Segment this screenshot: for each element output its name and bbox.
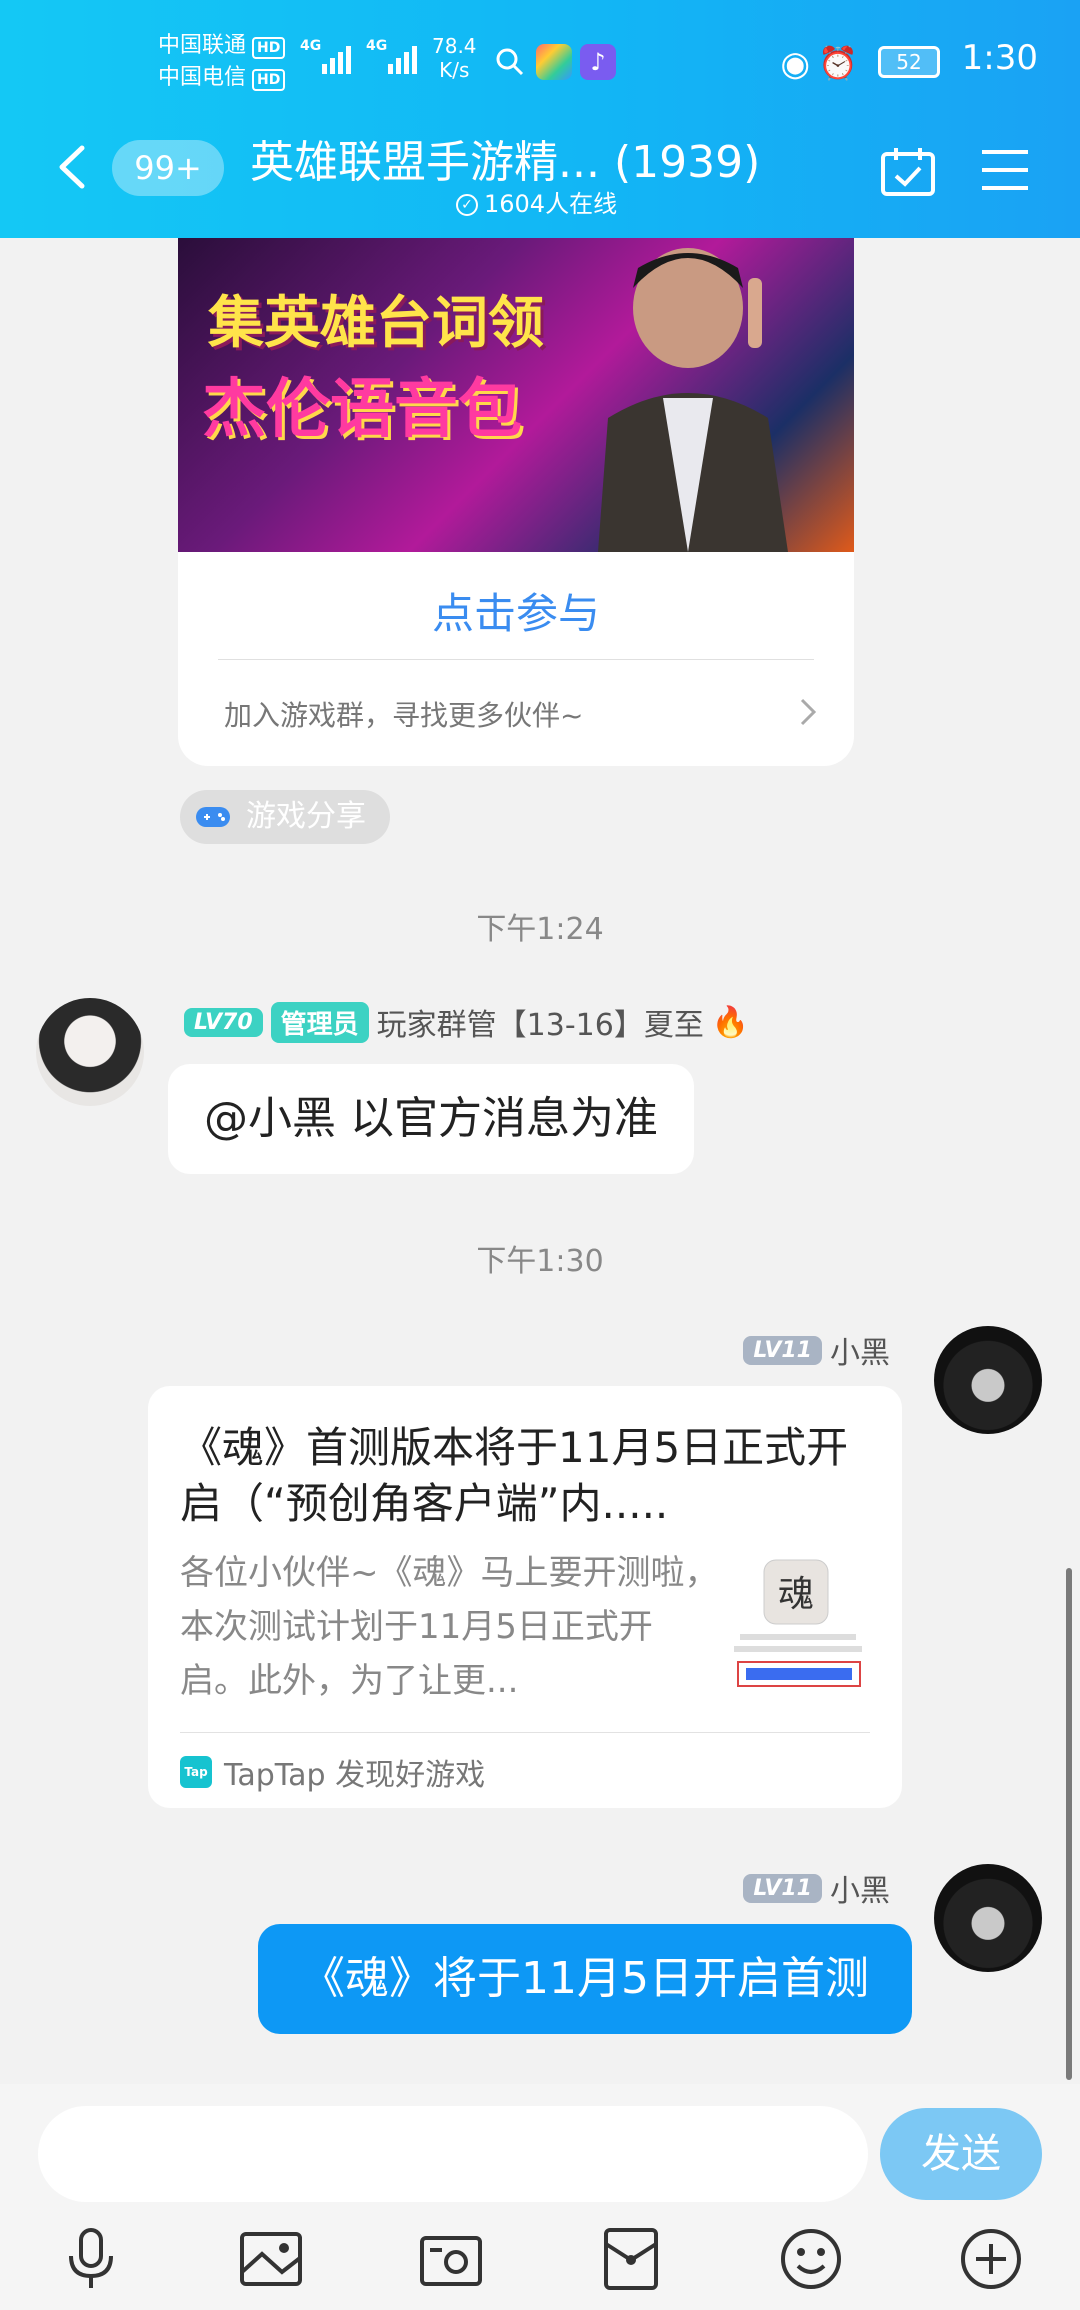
signal-icon <box>322 42 362 74</box>
app-notification-icon <box>536 44 572 80</box>
message-input[interactable] <box>38 2106 868 2202</box>
status-bar: 中国联通 HD 中国电信 HD 4G 4G 78.4 K/s ♪ ◉ ⏰ 52 1:… <box>0 28 1080 98</box>
calendar-check-icon[interactable] <box>880 146 936 198</box>
toolbar <box>0 2224 1080 2304</box>
hd-badge: HD <box>252 69 286 91</box>
nav-bar: 99+ 英雄联盟手游精... (1939) ✓ 1604人在线 <box>0 120 1080 220</box>
avatar[interactable] <box>36 998 144 1106</box>
network-speed: 78.4 K/s <box>432 34 477 82</box>
share-title: 《魂》首测版本将于11月5日正式开启（“预创角客户端”内..... <box>180 1423 849 1528</box>
music-icon: ♪ <box>580 44 616 80</box>
signal-icon <box>388 42 428 74</box>
banner-title-line2: 杰伦语音包 <box>202 373 522 447</box>
gamepad-icon <box>196 807 230 827</box>
timestamp: 下午1:24 <box>476 912 604 947</box>
search-icon <box>496 48 524 76</box>
plus-icon[interactable] <box>956 2224 1026 2294</box>
check-circle-icon: ✓ <box>456 194 478 216</box>
chevron-right-icon[interactable] <box>798 696 818 728</box>
carrier-info: 中国联通 HD 中国电信 HD <box>158 30 286 94</box>
level-badge: LV70 <box>184 1007 263 1037</box>
banner-title-line1: 集英雄台词领 <box>208 291 544 356</box>
camera-icon[interactable] <box>416 2224 486 2294</box>
unread-badge[interactable]: 99+ <box>112 140 224 196</box>
avatar[interactable] <box>934 1326 1042 1434</box>
sender-name[interactable]: 小黑 <box>830 1866 890 1910</box>
timestamp: 下午1:30 <box>476 1244 604 1279</box>
sender-info: LV11 小黑 <box>743 1866 890 1910</box>
message-bubble[interactable]: 《魂》将于11月5日开启首测 <box>258 1924 912 2034</box>
chat-header: 中国联通 HD 中国电信 HD 4G 4G 78.4 K/s ♪ ◉ ⏰ 52 1:… <box>0 0 1080 238</box>
admin-badge: 管理员 <box>270 1001 369 1043</box>
taptap-logo-icon: Tap <box>180 1756 212 1788</box>
group-title[interactable]: 英雄联盟手游精... (1939) <box>250 126 760 190</box>
sender-name[interactable]: 玩家群管【13-16】夏至 <box>377 1000 704 1044</box>
shared-link-card[interactable]: 《魂》首测版本将于11月5日正式开启（“预创角客户端”内..... 各位小伙伴~… <box>148 1386 902 1808</box>
scrollbar[interactable] <box>1066 1568 1072 2080</box>
network-type-2: 4G <box>366 38 388 54</box>
online-count: ✓ 1604人在线 <box>456 184 617 219</box>
carrier1-label: 中国联通 <box>158 33 247 58</box>
message-bubble[interactable]: @小黑 以官方消息为准 <box>168 1064 694 1174</box>
clock: 1:30 <box>961 38 1038 78</box>
network-type-1: 4G <box>300 38 322 54</box>
celebrity-image <box>598 248 788 552</box>
game-share-tag[interactable]: 游戏分享 <box>180 790 390 844</box>
hd-badge: HD <box>252 37 286 59</box>
menu-icon[interactable] <box>980 148 1030 192</box>
send-button[interactable]: 发送 <box>880 2108 1042 2200</box>
promo-subtitle[interactable]: 加入游戏群，寻找更多伙伴~ <box>224 694 583 734</box>
divider <box>218 659 814 660</box>
image-icon[interactable] <box>236 2224 306 2294</box>
emoji-icon[interactable] <box>776 2224 846 2294</box>
sender-name[interactable]: 小黑 <box>830 1328 890 1372</box>
divider <box>180 1732 870 1733</box>
level-badge: LV11 <box>743 1335 822 1365</box>
share-description: 各位小伙伴~《魂》马上要开测啦，本次测试计划于11月5日正式开启。此外，为了让更… <box>180 1553 719 1701</box>
battery-icon: 52 <box>878 46 940 78</box>
promo-card[interactable]: 集英雄台词领 杰伦语音包 点击参与 加入游戏群，寻找更多伙伴~ <box>178 238 854 766</box>
sender-info: LV11 小黑 <box>743 1328 890 1372</box>
microphone-icon[interactable] <box>56 2224 126 2294</box>
share-source: Tap TapTap 发现好游戏 <box>180 1750 485 1794</box>
share-thumbnail-image: 魂 <box>728 1554 868 1694</box>
promo-banner-image[interactable]: 集英雄台词领 杰伦语音包 <box>178 238 854 552</box>
back-arrow-icon[interactable] <box>52 142 92 192</box>
participate-button[interactable]: 点击参与 <box>178 580 854 641</box>
game-share-label: 游戏分享 <box>246 799 366 834</box>
fire-icon: 🔥 <box>711 1004 750 1040</box>
carrier2-label: 中国电信 <box>158 65 247 90</box>
input-bar: 发送 <box>0 2084 1080 2310</box>
svg-text:魂: 魂 <box>778 1574 814 1615</box>
avatar[interactable] <box>934 1864 1042 1972</box>
sender-info: LV70 管理员 玩家群管【13-16】夏至 🔥 <box>184 1000 749 1044</box>
level-badge: LV11 <box>743 1873 822 1903</box>
alarm-icon: ⏰ <box>818 44 858 82</box>
red-packet-icon[interactable] <box>596 2224 666 2294</box>
eye-comfort-icon: ◉ <box>780 44 810 84</box>
